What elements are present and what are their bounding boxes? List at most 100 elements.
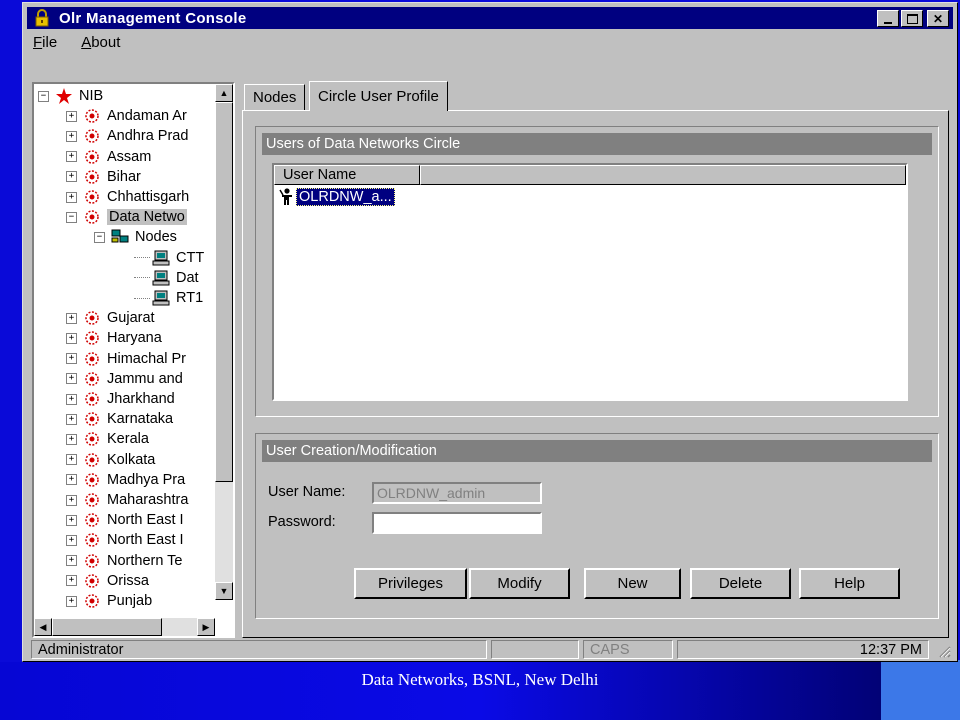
expand-icon[interactable]: + (66, 595, 77, 607)
tree-item[interactable]: + Assam (66, 147, 151, 167)
maximize-button[interactable] (901, 10, 923, 27)
expand-icon[interactable]: + (66, 575, 77, 587)
privileges-button[interactable]: Privileges (354, 568, 467, 599)
collapse-icon[interactable]: − (38, 90, 49, 102)
expand-icon[interactable]: + (66, 332, 77, 344)
tree-item[interactable]: + Andaman Ar (66, 106, 187, 126)
tree-item-label: Madhya Pra (107, 471, 186, 488)
scroll-down-button[interactable]: ▼ (215, 582, 233, 600)
password-field[interactable] (372, 512, 542, 534)
tab-circle-user-profile-label: Circle User Profile (318, 88, 439, 105)
tree-item[interactable]: + Bihar (66, 167, 141, 187)
tree-item-label: Haryana (107, 330, 162, 347)
tree-item-label: Andhra Prad (107, 128, 189, 145)
hscroll-thumb[interactable] (52, 618, 162, 636)
expand-icon[interactable]: + (66, 171, 77, 183)
tree-item[interactable]: Dat (134, 268, 199, 288)
expand-icon[interactable]: + (66, 555, 77, 567)
tree-item[interactable]: + Andhra Prad (66, 126, 188, 146)
tree-item[interactable]: + Jharkhand (66, 389, 175, 409)
tree-item[interactable]: RT1 (134, 288, 203, 308)
tree-item[interactable]: + Madhya Pra (66, 470, 185, 490)
expand-icon[interactable]: + (66, 353, 77, 365)
expand-icon[interactable]: + (66, 373, 77, 385)
scroll-up-button[interactable]: ▲ (215, 84, 233, 102)
circle-tree-view[interactable]: − NIB + Andaman Ar + Andhra Prad + Assam + Bihar +… (32, 82, 235, 638)
tab-panel: Users of Data Networks Circle User Name … (242, 110, 949, 638)
expand-icon[interactable]: + (66, 494, 77, 506)
tree-item[interactable]: + Punjab (66, 591, 152, 611)
tree-item[interactable]: + Karnataka (66, 409, 173, 429)
circle-node-icon (85, 574, 99, 588)
tree-item[interactable]: + North East I (66, 530, 184, 550)
minimize-button[interactable] (877, 10, 899, 27)
tree-item[interactable]: + Maharashtra (66, 490, 188, 510)
scroll-up-icon: ▲ (219, 88, 229, 98)
user-name-field[interactable] (372, 482, 542, 504)
users-list[interactable]: User Name OLRDNW_a... (272, 163, 908, 401)
expand-icon[interactable]: + (66, 151, 77, 163)
tree-item[interactable]: + Haryana (66, 328, 162, 348)
circle-node-icon (85, 533, 99, 548)
expand-icon[interactable]: + (66, 433, 77, 445)
new-button[interactable]: New (584, 568, 681, 599)
close-button[interactable]: ✕ (927, 10, 949, 27)
resize-grip-icon[interactable] (937, 644, 951, 658)
tree-item[interactable]: − Nodes (94, 227, 177, 247)
tab-circle-user-profile[interactable]: Circle User Profile (309, 81, 448, 111)
status-bar: Administrator CAPS 12:37 PM (27, 640, 953, 660)
tree-item[interactable]: + Kolkata (66, 450, 155, 470)
expand-icon[interactable]: + (66, 534, 77, 546)
expand-icon[interactable]: + (66, 312, 77, 324)
expand-icon[interactable]: + (66, 191, 77, 203)
scroll-down-icon: ▼ (219, 586, 229, 596)
expand-icon[interactable]: + (66, 110, 77, 122)
circle-node-icon (85, 210, 99, 224)
scroll-left-button[interactable]: ◀ (34, 618, 52, 636)
tree-item-label: RT1 (176, 290, 204, 306)
title-bar[interactable]: Olr Management Console ✕ (27, 7, 953, 29)
tree-item[interactable]: − Data Netwo (66, 207, 187, 227)
tree-item-label: North East I (107, 512, 184, 529)
slide-corner-decoration (881, 660, 960, 720)
tree-vertical-scrollbar[interactable]: ▲ ▼ (215, 84, 233, 600)
tree-item-label: Kolkata (107, 451, 156, 468)
tab-nodes[interactable]: Nodes (244, 84, 306, 110)
modify-button[interactable]: Modify (469, 568, 570, 599)
collapse-icon[interactable]: − (94, 231, 105, 243)
tree-item[interactable]: + Northern Te (66, 551, 183, 571)
column-header-user-name[interactable]: User Name (274, 165, 420, 185)
tree-item[interactable]: + Kerala (66, 429, 149, 449)
list-item[interactable]: OLRDNW_a... (278, 187, 395, 207)
menu-about[interactable]: About (75, 34, 126, 56)
tree-connector (134, 257, 150, 259)
tree-item[interactable]: + Gujarat (66, 308, 155, 328)
tree-item[interactable]: CTT (134, 248, 204, 268)
delete-button[interactable]: Delete (690, 568, 791, 599)
circle-node-icon (85, 452, 99, 467)
users-group: Users of Data Networks Circle User Name … (255, 126, 939, 417)
expand-icon[interactable]: + (66, 514, 77, 526)
expand-icon[interactable]: + (66, 130, 77, 142)
expand-icon[interactable]: + (66, 393, 77, 405)
tree-item[interactable]: + Orissa (66, 571, 149, 591)
tree-root-nib[interactable]: − NIB (38, 86, 103, 106)
tree-item[interactable]: + Chhattisgarh (66, 187, 189, 207)
expand-icon[interactable]: + (66, 413, 77, 425)
status-user: Administrator (31, 640, 487, 659)
circle-node-icon (85, 513, 99, 527)
menu-file[interactable]: File (27, 34, 63, 56)
tree-item[interactable]: + North East I (66, 510, 184, 530)
circle-node-icon (85, 190, 99, 204)
collapse-icon[interactable]: − (66, 211, 77, 223)
tree-horizontal-scrollbar[interactable]: ◀ ▶ (34, 618, 215, 636)
tree-item[interactable]: + Jammu and (66, 369, 183, 389)
scroll-thumb[interactable] (215, 102, 233, 482)
expand-icon[interactable]: + (66, 474, 77, 486)
creation-group-header: User Creation/Modification (262, 440, 932, 462)
scroll-right-button[interactable]: ▶ (197, 618, 215, 636)
tree-item[interactable]: + Himachal Pr (66, 349, 186, 369)
help-button[interactable]: Help (799, 568, 900, 599)
tree-item-label: NIB (79, 88, 104, 104)
expand-icon[interactable]: + (66, 454, 77, 466)
